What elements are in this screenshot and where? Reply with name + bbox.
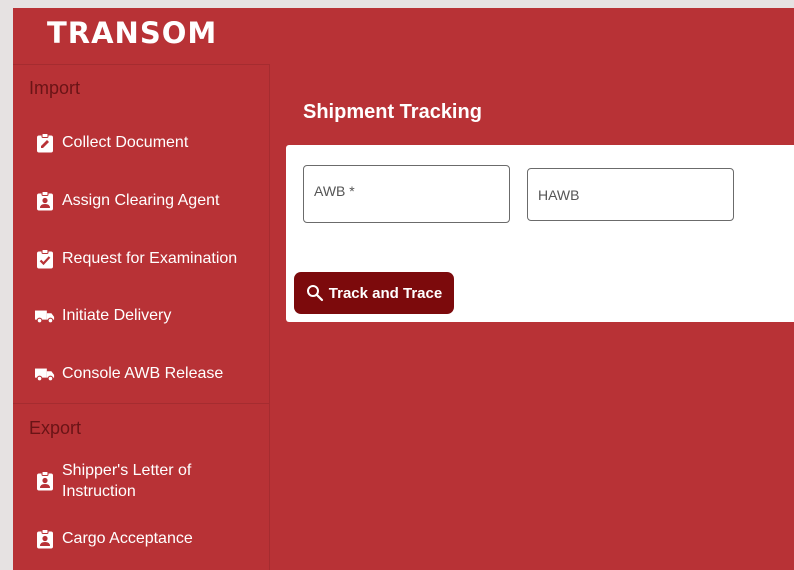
- sidebar-divider: [13, 403, 269, 404]
- sidebar-item-label: Collect Document: [62, 134, 189, 151]
- sidebar-item-label: Cargo Acceptance: [62, 530, 193, 547]
- sidebar-item-label: Assign Clearing Agent: [62, 192, 220, 209]
- hawb-field[interactable]: HAWB: [527, 168, 734, 221]
- sidebar-item-request-for-examination[interactable]: Request for Examination: [35, 248, 237, 269]
- clipboard-account-icon: [35, 528, 55, 549]
- sidebar-item-label: Initiate Delivery: [62, 307, 172, 324]
- search-icon: [306, 285, 323, 302]
- truck-icon: [35, 364, 55, 384]
- sidebar-item-label: Console AWB Release: [62, 365, 224, 382]
- section-title-import: Import: [29, 78, 81, 98]
- sidebar-item-shippers-letter-of-instruction[interactable]: Shipper's Letter of Instruction: [35, 460, 191, 502]
- sidebar-item-label-group: Shipper's Letter of Instruction: [62, 460, 191, 502]
- tracking-form-card: AWB * HAWB Track and Trace: [286, 145, 794, 322]
- clipboard-check-icon: [35, 248, 55, 269]
- section-title-export: Export: [29, 418, 82, 438]
- awb-field-label: AWB *: [314, 183, 355, 199]
- sidebar-item-label: Shipper's Letter of: [62, 462, 192, 479]
- sidebar-item-label: Request for Examination: [62, 250, 238, 267]
- track-button-label: Track and Trace: [328, 284, 443, 302]
- awb-field[interactable]: AWB *: [303, 165, 510, 223]
- hawb-field-label: HAWB: [538, 187, 580, 203]
- page-title: Shipment Tracking: [303, 101, 482, 123]
- truck-icon: [35, 306, 55, 326]
- sidebar-item-assign-clearing-agent[interactable]: Assign Clearing Agent: [35, 190, 219, 211]
- clipboard-account-icon: [35, 471, 55, 491]
- sidebar-item-cargo-acceptance[interactable]: Cargo Acceptance: [35, 528, 193, 549]
- track-and-trace-button[interactable]: Track and Trace: [294, 272, 454, 314]
- app-window: TRANSOM Import Collect Document Assign C…: [13, 8, 794, 570]
- app-logo: TRANSOM: [47, 16, 218, 50]
- clipboard-edit-icon: [35, 132, 55, 153]
- clipboard-account-icon: [35, 190, 55, 211]
- sidebar-item-label-line2: Instruction: [62, 483, 136, 500]
- sidebar: Import Collect Document Assign Clearing …: [13, 64, 270, 570]
- sidebar-item-initiate-delivery[interactable]: Initiate Delivery: [35, 305, 171, 326]
- sidebar-divider: [13, 64, 269, 65]
- sidebar-item-console-awb-release[interactable]: Console AWB Release: [35, 363, 223, 384]
- top-bar: TRANSOM: [13, 8, 794, 64]
- sidebar-item-collect-document[interactable]: Collect Document: [35, 132, 188, 153]
